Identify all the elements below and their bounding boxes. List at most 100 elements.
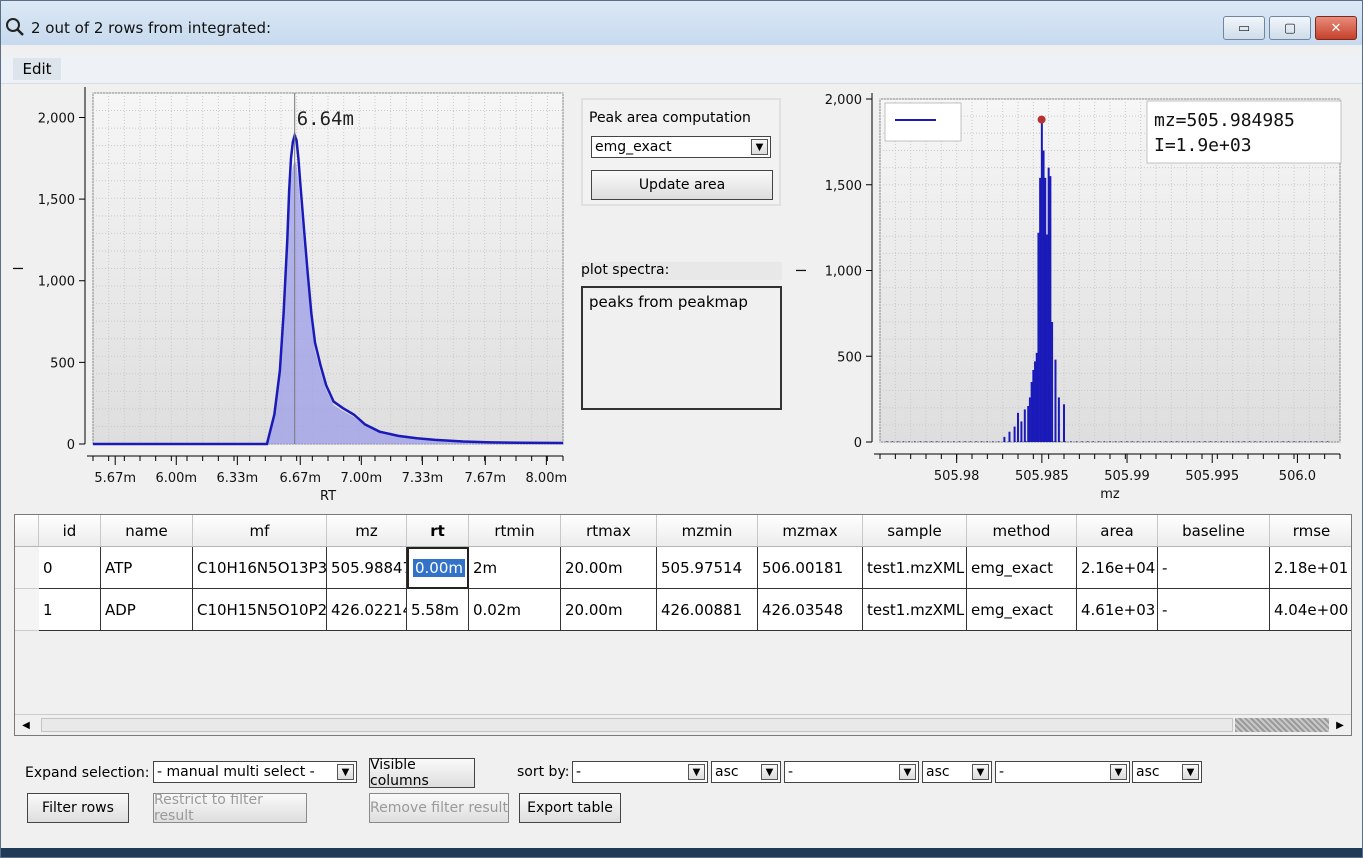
sort-order-1-value: asc xyxy=(715,764,739,780)
table-cell[interactable]: 0 xyxy=(39,547,101,589)
table-cell[interactable]: 426.02214 xyxy=(327,589,407,631)
restrict-filter-button[interactable]: Restrict to filter result xyxy=(153,792,307,824)
sort-field-3-value: - xyxy=(999,764,1005,780)
table-cell[interactable]: 506.00181 xyxy=(758,547,863,589)
column-header-mf[interactable]: mf xyxy=(193,515,327,547)
mz-chart-svg[interactable]: 505.98 505.985 505.99 505.995 506.0 0 500 1,000… xyxy=(795,89,1352,507)
column-header-rt[interactable]: rt xyxy=(407,515,469,547)
sort-field-2[interactable]: - ▼ xyxy=(784,761,919,783)
chevron-down-icon[interactable]: ▼ xyxy=(337,764,354,780)
column-header-mz[interactable]: mz xyxy=(327,515,407,547)
table-cell[interactable]: 426.00881 xyxy=(657,589,758,631)
x-tick-label: 8.00m xyxy=(526,471,568,486)
table-cell[interactable]: 505.97514 xyxy=(657,547,758,589)
table-cell[interactable]: emg_exact xyxy=(967,547,1077,589)
remove-filter-button[interactable]: Remove filter result xyxy=(369,793,509,823)
chevron-down-icon[interactable]: ▼ xyxy=(688,764,705,780)
x-tick-label: 505.99 xyxy=(1104,469,1150,484)
sort-field-3[interactable]: - ▼ xyxy=(995,761,1130,783)
scroll-right-icon[interactable]: ▶ xyxy=(1331,717,1349,733)
table-cell[interactable]: ADP xyxy=(101,589,193,631)
sort-by-label: sort by: xyxy=(517,764,570,780)
results-table[interactable]: id name mf mz rt rtmin rtmax mzmin mzmax sample me… xyxy=(14,514,1352,736)
expand-selection-select[interactable]: - manual multi select - ▼ xyxy=(153,761,357,783)
table-corner[interactable] xyxy=(15,515,39,547)
chevron-down-icon[interactable]: ▼ xyxy=(1110,764,1127,780)
y-tick-label: 1,000 xyxy=(825,265,862,280)
chevron-down-icon[interactable]: ▼ xyxy=(1182,764,1199,780)
minimize-button[interactable]: ▭ xyxy=(1223,16,1265,40)
column-header-rtmin[interactable]: rtmin xyxy=(469,515,561,547)
peak-method-select[interactable]: emg_exact ▼ xyxy=(591,136,771,158)
peak-area-title: Peak area computation xyxy=(589,110,751,126)
y-tick-label: 500 xyxy=(837,350,862,365)
sort-order-3[interactable]: asc ▼ xyxy=(1132,761,1202,783)
sort-order-2[interactable]: asc ▼ xyxy=(922,761,992,783)
table-cell[interactable]: 20.00m xyxy=(561,589,657,631)
row-header[interactable] xyxy=(15,589,39,631)
mz-chart[interactable]: 505.98 505.985 505.99 505.995 506.0 0 500 1,000… xyxy=(795,89,1352,507)
update-area-button[interactable]: Update area xyxy=(591,170,773,200)
list-item[interactable]: peaks from peakmap xyxy=(589,293,748,311)
table-cell[interactable]: 2m xyxy=(469,547,561,589)
column-header-mzmin[interactable]: mzmin xyxy=(657,515,758,547)
scrollbar-track[interactable] xyxy=(1235,718,1329,732)
table-cell[interactable]: ATP xyxy=(101,547,193,589)
scroll-left-icon[interactable]: ◀ xyxy=(17,717,35,733)
table-cell[interactable]: 426.03548 xyxy=(758,589,863,631)
table-cell[interactable]: 505.98847 xyxy=(327,547,407,589)
x-tick-label: 6.00m xyxy=(155,471,197,486)
table-cell[interactable]: 4.04e+00 xyxy=(1270,589,1351,631)
filter-rows-button[interactable]: Filter rows xyxy=(27,793,129,823)
table-cell[interactable]: - xyxy=(1158,547,1270,589)
table-cell[interactable]: 4.61e+03 xyxy=(1077,589,1158,631)
table-cell[interactable]: test1.mzXML xyxy=(863,547,967,589)
scrollbar-thumb[interactable] xyxy=(41,718,1233,732)
visible-columns-button[interactable]: Visible columns xyxy=(369,757,475,789)
sort-order-3-value: asc xyxy=(1136,764,1160,780)
table-cell[interactable]: 2.18e+01 xyxy=(1270,547,1351,589)
close-button[interactable]: ✕ xyxy=(1315,16,1357,40)
table-cell[interactable]: C10H16N5O13P3 xyxy=(193,547,327,589)
sort-field-1[interactable]: - ▼ xyxy=(572,761,708,783)
export-table-button[interactable]: Export table xyxy=(519,793,621,823)
table-cell[interactable]: - xyxy=(1158,589,1270,631)
table-cell[interactable]: emg_exact xyxy=(967,589,1077,631)
x-tick-label: 505.995 xyxy=(1185,469,1239,484)
menu-edit[interactable]: Edit xyxy=(13,58,61,80)
chevron-down-icon[interactable]: ▼ xyxy=(972,764,989,780)
rt-chart-svg[interactable]: 5.67m 6.00m 6.33m 6.67m 7.00m 7.33m 7.67m 8.00m… xyxy=(12,87,573,507)
table-cell[interactable]: 1 xyxy=(39,589,101,631)
column-header-area[interactable]: area xyxy=(1077,515,1158,547)
x-tick-label: 505.985 xyxy=(1015,469,1069,484)
column-header-rtmax[interactable]: rtmax xyxy=(561,515,657,547)
horizontal-scrollbar[interactable]: ◀ ▶ xyxy=(15,714,1351,735)
table-cell[interactable]: 0.02m xyxy=(469,589,561,631)
table-cell[interactable]: 0.00m xyxy=(407,547,469,589)
column-header-baseline[interactable]: baseline xyxy=(1158,515,1270,547)
chevron-down-icon[interactable]: ▼ xyxy=(761,764,778,780)
x-tick-label: 6.33m xyxy=(217,471,259,486)
table-cell[interactable]: 5.58m xyxy=(407,589,469,631)
rt-chart[interactable]: 5.67m 6.00m 6.33m 6.67m 7.00m 7.33m 7.67m 8.00m… xyxy=(12,87,573,507)
chevron-down-icon[interactable]: ▼ xyxy=(899,764,916,780)
chevron-down-icon[interactable]: ▼ xyxy=(751,139,768,155)
peak-marker[interactable] xyxy=(1037,115,1046,124)
cell-editor[interactable]: 0.00m xyxy=(413,559,466,577)
table-cell[interactable]: test1.mzXML xyxy=(863,589,967,631)
sort-order-1[interactable]: asc ▼ xyxy=(711,761,781,783)
plot-spectra-list[interactable]: peaks from peakmap xyxy=(581,286,782,410)
column-header-rmse[interactable]: rmse xyxy=(1270,515,1351,547)
column-header-mzmax[interactable]: mzmax xyxy=(758,515,863,547)
column-header-id[interactable]: id xyxy=(39,515,101,547)
sort-order-2-value: asc xyxy=(926,764,950,780)
table-cell[interactable]: 20.00m xyxy=(561,547,657,589)
row-header[interactable] xyxy=(15,547,39,589)
column-header-method[interactable]: method xyxy=(967,515,1077,547)
title-bar: 2 out of 2 rows from integrated: ▭ ▢ ✕ xyxy=(1,1,1362,45)
maximize-button[interactable]: ▢ xyxy=(1269,16,1311,40)
column-header-sample[interactable]: sample xyxy=(863,515,967,547)
table-cell[interactable]: C10H15N5O10P2 xyxy=(193,589,327,631)
table-cell[interactable]: 2.16e+04 xyxy=(1077,547,1158,589)
column-header-name[interactable]: name xyxy=(101,515,193,547)
